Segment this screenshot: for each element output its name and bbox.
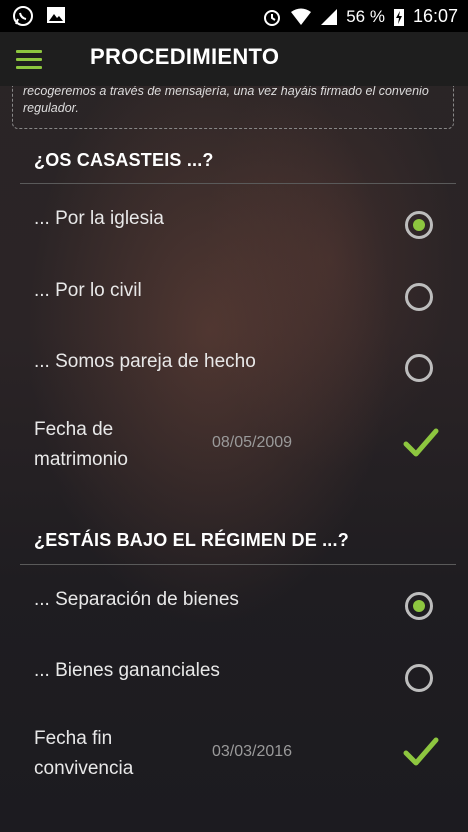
marriage-date-label-line2: matrimonio [34, 449, 128, 470]
cohabitation-end-date-label: Fecha fin convivencia [34, 724, 174, 784]
option-partnership-radio[interactable] [405, 354, 433, 382]
clock: 16:07 [412, 6, 458, 26]
cohabitation-end-date-label-line2: convivencia [34, 758, 134, 779]
option-church-radio[interactable] [405, 211, 433, 239]
status-bar: 56 % 16:07 [0, 0, 468, 32]
page-title: PROCEDIMIENTO [90, 44, 280, 69]
wifi-icon [291, 8, 312, 25]
divider [20, 183, 456, 184]
option-community-radio[interactable] [405, 664, 433, 692]
check-icon [403, 428, 439, 457]
marriage-date-label: Fecha de matrimonio [34, 415, 174, 475]
option-partnership-label[interactable]: ... Somos pareja de hecho [34, 351, 256, 373]
option-church-label[interactable]: ... Por la iglesia [34, 208, 164, 230]
battery-percentage: 56 % [346, 6, 385, 26]
cohabitation-end-date-value[interactable]: 03/03/2016 [212, 743, 292, 761]
signal-icon [321, 8, 338, 25]
hamburger-icon[interactable] [16, 50, 42, 70]
option-civil-label[interactable]: ... Por lo civil [34, 280, 142, 302]
option-community-label[interactable]: ... Bienes gananciales [34, 660, 220, 682]
cohabitation-end-date-label-line1: Fecha fin [34, 728, 113, 749]
divider [20, 564, 456, 565]
section-title-regime: ¿ESTÁIS BAJO EL RÉGIMEN DE ...? [34, 530, 349, 550]
whatsapp-icon [13, 6, 33, 26]
marriage-date-label-line1: Fecha de [34, 419, 114, 440]
alarm-icon [264, 9, 281, 26]
section-title-marriage: ¿OS CASASTEIS ...? [34, 150, 214, 170]
marriage-date-value[interactable]: 08/05/2009 [212, 434, 292, 452]
option-separation-label[interactable]: ... Separación de bienes [34, 589, 239, 611]
check-icon [403, 737, 439, 766]
app-bar: PROCEDIMIENTO [0, 32, 468, 86]
gallery-icon [47, 7, 65, 23]
battery-charging-icon [393, 8, 404, 26]
notice-text: recogeremos a través de mensajería, una … [23, 86, 429, 115]
option-separation-radio[interactable] [405, 592, 433, 620]
notice-box: recogeremos a través de mensajería, una … [12, 86, 454, 129]
option-civil-radio[interactable] [405, 283, 433, 311]
